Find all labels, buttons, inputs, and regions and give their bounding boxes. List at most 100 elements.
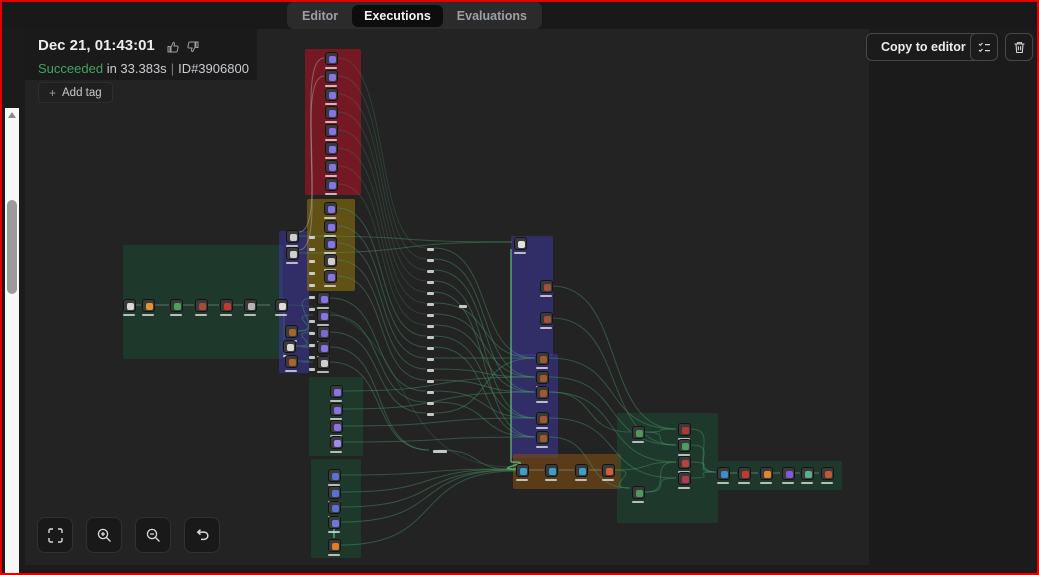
workflow-node[interactable]: [782, 467, 795, 480]
workflow-node[interactable]: [324, 270, 337, 283]
mini-node[interactable]: [427, 336, 434, 339]
mini-node[interactable]: [427, 369, 434, 372]
workflow-node[interactable]: [328, 516, 341, 529]
workflow-node[interactable]: [286, 247, 299, 260]
workflow-node[interactable]: [195, 299, 208, 312]
workflow-node[interactable]: [536, 431, 549, 444]
mini-node[interactable]: [427, 380, 434, 383]
workflow-node[interactable]: [330, 385, 343, 398]
workflow-node[interactable]: [738, 467, 751, 480]
workflow-node[interactable]: [536, 352, 549, 365]
workflow-node[interactable]: [285, 325, 298, 338]
mini-node[interactable]: [309, 284, 315, 287]
tab-evaluations[interactable]: Evaluations: [445, 5, 539, 27]
workflow-node[interactable]: [575, 464, 588, 477]
workflow-node[interactable]: [325, 142, 338, 155]
mini-node[interactable]: [309, 344, 315, 347]
workflow-node[interactable]: [536, 371, 549, 384]
mini-node[interactable]: [427, 314, 434, 317]
workflow-node[interactable]: [325, 70, 338, 83]
workflow-node[interactable]: [244, 299, 257, 312]
workflow-node[interactable]: [760, 467, 773, 480]
workflow-node[interactable]: [317, 309, 330, 322]
mini-node[interactable]: [427, 391, 434, 394]
mini-node[interactable]: [309, 332, 315, 335]
workflow-node[interactable]: [325, 106, 338, 119]
workflow-node[interactable]: [540, 280, 553, 293]
mini-node[interactable]: [427, 259, 434, 262]
scrollbar-thumb[interactable]: [7, 200, 17, 294]
mini-node[interactable]: [427, 281, 434, 284]
workflow-node[interactable]: [545, 464, 558, 477]
workflow-node[interactable]: [536, 386, 549, 399]
checklist-button[interactable]: [970, 33, 998, 61]
mini-node[interactable]: [309, 308, 315, 311]
mini-node[interactable]: [427, 325, 434, 328]
fit-view-button[interactable]: [37, 517, 73, 553]
workflow-node[interactable]: [317, 326, 330, 339]
workflow-node[interactable]: [516, 464, 529, 477]
workflow-node[interactable]: [170, 299, 183, 312]
mini-node[interactable]: [433, 450, 447, 453]
workflow-node[interactable]: [801, 467, 814, 480]
workflow-node[interactable]: [678, 423, 691, 436]
workflow-node[interactable]: [330, 403, 343, 416]
workflow-node[interactable]: [330, 420, 343, 433]
mini-node[interactable]: [309, 260, 315, 263]
workflow-node[interactable]: [325, 88, 338, 101]
delete-execution-button[interactable]: [1005, 33, 1033, 61]
workflow-node[interactable]: [632, 426, 645, 439]
zoom-in-button[interactable]: [86, 517, 122, 553]
workflow-node[interactable]: [317, 341, 330, 354]
workflow-node[interactable]: [286, 230, 299, 243]
workflow-node[interactable]: [324, 254, 337, 267]
mini-node[interactable]: [427, 347, 434, 350]
workflow-node[interactable]: [324, 220, 337, 233]
zoom-out-button[interactable]: [135, 517, 171, 553]
workflow-node[interactable]: [220, 299, 233, 312]
mini-node[interactable]: [427, 303, 434, 306]
workflow-node[interactable]: [540, 312, 553, 325]
workflow-node[interactable]: [324, 202, 337, 215]
mini-node[interactable]: [459, 305, 467, 308]
workflow-node[interactable]: [821, 467, 834, 480]
mini-node[interactable]: [427, 402, 434, 405]
mini-node[interactable]: [309, 236, 315, 239]
tab-executions[interactable]: Executions: [352, 4, 443, 27]
mini-node[interactable]: [309, 272, 315, 275]
workflow-node[interactable]: [283, 340, 296, 353]
mini-node[interactable]: [427, 358, 434, 361]
workflow-node[interactable]: [325, 160, 338, 173]
workflow-node[interactable]: [328, 469, 341, 482]
mini-node[interactable]: [309, 296, 315, 299]
copy-to-editor-button[interactable]: Copy to editor: [866, 33, 981, 61]
left-scrollbar[interactable]: [5, 108, 19, 575]
add-tag-button[interactable]: + Add tag: [38, 82, 113, 103]
workflow-node[interactable]: [602, 464, 615, 477]
workflow-node[interactable]: [275, 299, 288, 312]
workflow-node[interactable]: [514, 237, 527, 250]
workflow-node[interactable]: [325, 178, 338, 191]
mini-node[interactable]: [309, 356, 315, 359]
workflow-node[interactable]: [328, 501, 341, 514]
mini-node[interactable]: [427, 248, 434, 251]
mini-node[interactable]: [427, 292, 434, 295]
workflow-node[interactable]: [325, 52, 338, 65]
mini-node[interactable]: [427, 270, 434, 273]
workflow-node[interactable]: [678, 456, 691, 469]
workflow-node[interactable]: [317, 292, 330, 305]
reset-zoom-button[interactable]: [184, 517, 220, 553]
workflow-node[interactable]: [317, 356, 330, 369]
tab-editor[interactable]: Editor: [290, 5, 350, 27]
workflow-node[interactable]: [717, 467, 730, 480]
workflow-node[interactable]: [285, 355, 298, 368]
workflow-node[interactable]: [325, 124, 338, 137]
workflow-node[interactable]: [324, 237, 337, 250]
workflow-node[interactable]: [123, 299, 136, 312]
workflow-node[interactable]: [678, 439, 691, 452]
mini-node[interactable]: [427, 413, 434, 416]
mini-node[interactable]: [309, 248, 315, 251]
workflow-node[interactable]: [330, 436, 343, 449]
workflow-node[interactable]: [142, 299, 155, 312]
workflow-node[interactable]: [328, 486, 341, 499]
